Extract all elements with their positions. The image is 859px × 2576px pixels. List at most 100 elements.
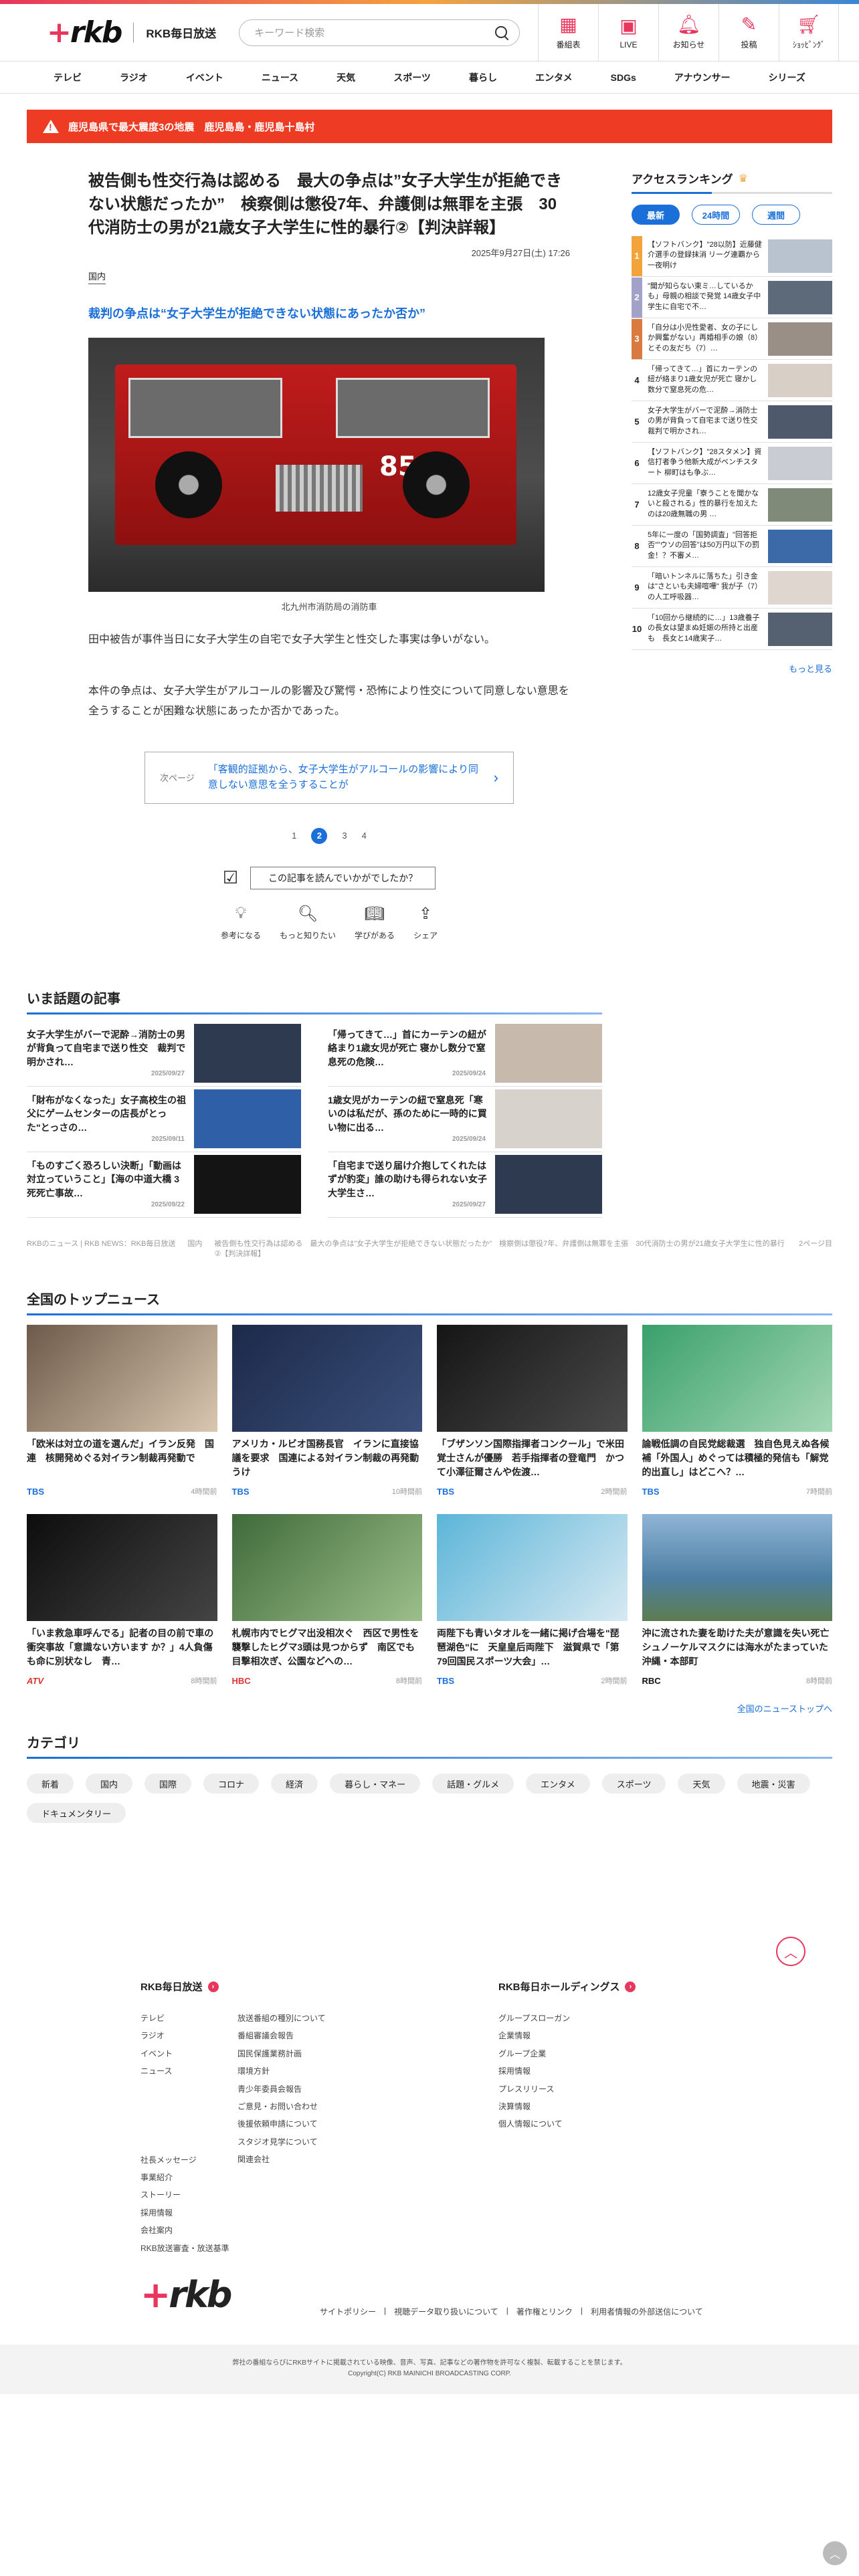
back-to-top-button[interactable]: ︿	[776, 1937, 805, 1966]
footer-link[interactable]: 企業情報	[498, 2027, 636, 2044]
gnav-life[interactable]: 暮らし	[462, 71, 504, 84]
footer-link[interactable]: 放送番組の種別について	[237, 2010, 371, 2027]
news-card[interactable]: アメリカ・ルビオ国務長官 イランに直接協議を要求 国連による対イラン制裁の再発動…	[231, 1325, 422, 1497]
reaction-more-button[interactable]: 🔍︎ もっと知りたい	[280, 904, 336, 941]
topic-item[interactable]: 「自宅まで送り届け介抱してくれたはずが豹変」誰の助けも得られない女子大学生さ… 2…	[328, 1152, 602, 1218]
footer-link[interactable]: グループ企業	[498, 2045, 636, 2062]
search-input[interactable]: キーワード検索	[239, 19, 520, 46]
footer-link[interactable]: イベント	[140, 2045, 237, 2062]
breadcrumb-item[interactable]: 国内	[187, 1239, 202, 1260]
gnav-tv[interactable]: テレビ	[47, 71, 88, 84]
footer-link[interactable]: ストーリー	[140, 2186, 237, 2204]
footer-link[interactable]: 後援依頼申請について	[237, 2115, 371, 2133]
footer-link[interactable]: 採用情報	[498, 2062, 636, 2080]
gnav-news[interactable]: ニュース	[255, 71, 305, 84]
site-logo[interactable]: +rkb RKB毎日放送	[47, 15, 216, 49]
ranking-item[interactable]: 2 "聞が知らない東ミ…しているかも」母親の相談で発覚 14歳女子中学生に自宅で不…	[632, 277, 832, 318]
footer-link[interactable]: 採用情報	[140, 2204, 237, 2222]
header-nav-shopping[interactable]: 🛒︎ ｼｮｯﾋﾟﾝｸﾞ	[779, 3, 839, 62]
footer-link[interactable]: RKB放送審査・放送基準	[140, 2240, 237, 2257]
footer-link[interactable]: 青少年委員会報告	[237, 2080, 371, 2098]
category-economy[interactable]: 経済	[271, 1774, 318, 1794]
scroll-top-button[interactable]: ︿	[823, 2541, 847, 2565]
news-card[interactable]: 沖に流された妻を助けた夫が意識を失い死亡 シュノーケルマスクには海水がたまってい…	[642, 1514, 832, 1686]
ranking-item[interactable]: 5 女子大学生がバーで泥酔→消防士の男が背負って自宅まで送り性交 裁判で明かされ…	[632, 401, 832, 443]
gnav-entertainment[interactable]: エンタメ	[529, 71, 579, 84]
article-category[interactable]: 国内	[88, 270, 106, 285]
footer-link[interactable]: 決算情報	[498, 2098, 636, 2115]
header-nav-notice[interactable]: 🔔︎ お知らせ	[658, 3, 719, 62]
ranking-item[interactable]: 8 5年に一度の「国勢調査」"回答拒否""ウソの回答"は50万円以下の罰金！？不審…	[632, 526, 832, 567]
footer-link[interactable]: ニュース	[140, 2062, 237, 2080]
all-news-link[interactable]: 全国のニューストップへ	[27, 1702, 832, 1715]
footer-link[interactable]: ご意見・お問い合わせ	[237, 2098, 371, 2115]
footer-link[interactable]: 会社案内	[140, 2222, 237, 2239]
footer-link[interactable]: 事業紹介	[140, 2169, 237, 2186]
category-weather[interactable]: 天気	[678, 1774, 725, 1794]
footer-link[interactable]: ラジオ	[140, 2027, 237, 2044]
ranking-item[interactable]: 4 「帰ってきて…」首にカーテンの紐が絡まり1歳女児が死亡 寝かし数分で窒息死の危…	[632, 360, 832, 401]
footer-link[interactable]: 番組審議会報告	[237, 2027, 371, 2044]
category-documentary[interactable]: ドキュメンタリー	[27, 1803, 126, 1824]
footer-logo[interactable]: +rkb	[140, 2274, 232, 2316]
news-card[interactable]: 「ブザンソン国際指揮者コンクール」で米田覚士さんが優勝 若手指揮者の登竜門 かつ…	[437, 1325, 628, 1497]
breadcrumb-item[interactable]: 被告側も性交行為は認める 最大の争点は"女子大学生が拒絶できない状態だったか" …	[214, 1239, 787, 1260]
news-card[interactable]: 両陛下も青いタオルを一緒に掲げ合場を"琵琶湖色"に 天皇皇后両陛下 滋賀県で「第…	[437, 1514, 628, 1686]
breadcrumb-item[interactable]: RKBのニュース | RKB NEWS：RKB毎日放送	[27, 1239, 175, 1260]
category-sports[interactable]: スポーツ	[601, 1774, 666, 1794]
ranking-more-link[interactable]: もっと見る	[632, 662, 832, 675]
header-nav-live[interactable]: ▣ LIVE	[598, 3, 658, 62]
footer-link[interactable]: 環境方針	[237, 2062, 371, 2080]
news-card[interactable]: 論戦低調の自民党総裁選 独自色見えぬ各候補「外国人」めぐっては積極的発信も「解党…	[642, 1325, 832, 1497]
news-card[interactable]: 札幌市内でヒグマ出没相次ぐ 西区で男性を襲撃したヒグマ3頭は見つからず 南区でも…	[231, 1514, 422, 1686]
tab-24h[interactable]: 24時間	[692, 205, 740, 225]
footer-link[interactable]: グループスローガン	[498, 2010, 636, 2027]
news-card[interactable]: 「欧米は対立の道を選んだ」イラン反発 国連 核開発めぐる対イラン制裁再発動で TB…	[27, 1325, 217, 1497]
search-icon[interactable]	[494, 25, 510, 41]
category-international[interactable]: 国際	[145, 1774, 192, 1794]
topic-item[interactable]: 「ものすごく恐ろしい決断」「動画は対立っていうこと」【海の中道大橋 3死死亡事故…	[27, 1152, 301, 1218]
footer-link[interactable]: スタジオ見学について	[237, 2133, 371, 2151]
footer-policy-link[interactable]: 利用者情報の外部送信について	[591, 2306, 703, 2317]
page-link[interactable]: 1	[292, 831, 296, 841]
ranking-item[interactable]: 1 【ソフトバンク】"28以防】近藤健介選手の登録抹消 リーグ連覇から一夜明け	[632, 235, 832, 277]
category-corona[interactable]: コロナ	[203, 1774, 260, 1794]
gnav-announcer[interactable]: アナウンサー	[668, 71, 737, 84]
news-card[interactable]: 「いま救急車呼んでる」記者の目の前で車の衝突事故「意識ない方います か？」4人負…	[27, 1514, 217, 1686]
next-page-link[interactable]: 次ページ 「客観的証拠から、女子大学生がアルコールの影響により同意しない意思を全…	[145, 751, 514, 804]
header-nav-tv-schedule[interactable]: ▦ 番組表	[538, 3, 598, 62]
topic-item[interactable]: 「財布がなくなった」女子高校生の祖父にゲームセンターの店長がとった"とっさの… 2…	[27, 1087, 301, 1152]
footer-policy-link[interactable]: 著作権とリンク	[516, 2306, 573, 2317]
footer-rkb-heading[interactable]: RKB毎日放送 ›	[140, 1979, 498, 1994]
page-link[interactable]: 4	[362, 831, 367, 841]
footer-link[interactable]: 社長メッセージ	[140, 2151, 237, 2169]
category-new[interactable]: 新着	[27, 1774, 74, 1794]
category-life-money[interactable]: 暮らし・マネー	[330, 1774, 421, 1794]
category-disaster[interactable]: 地震・災害	[737, 1774, 810, 1794]
header-nav-post[interactable]: ✎ 投稿	[719, 3, 779, 62]
footer-policy-link[interactable]: サイトポリシー	[320, 2306, 376, 2317]
gnav-sports[interactable]: スポーツ	[387, 71, 438, 84]
tab-latest[interactable]: 最新	[632, 205, 680, 225]
ranking-item[interactable]: 9 「暗いトンネルに落ちた」引き金は"さといも夫婦喧嘩" 我が子（7）の人工呼吸器…	[632, 567, 832, 609]
category-domestic[interactable]: 国内	[86, 1774, 133, 1794]
gnav-radio[interactable]: ラジオ	[113, 71, 155, 84]
footer-link[interactable]: 関連会社	[237, 2151, 371, 2168]
footer-link[interactable]: 個人情報について	[498, 2115, 636, 2133]
topic-item[interactable]: 「帰ってきて…」首にカーテンの紐が絡まり1歳女児が死亡 寝かし数分で窒息死の危険…	[328, 1021, 602, 1087]
gnav-series[interactable]: シリーズ	[762, 71, 812, 84]
earthquake-alert-banner[interactable]: 鹿児島県で最大震度3の地震 鹿児島島・鹿児島十島村	[27, 110, 832, 143]
ranking-item[interactable]: 7 12歳女子児童「寮うことを聞かないと殺される」性的暴行を加えたのは20歳無職の…	[632, 484, 832, 526]
tab-weekly[interactable]: 週間	[752, 205, 800, 225]
share-button[interactable]: ⇪ シェア	[413, 904, 438, 941]
category-entertainment[interactable]: エンタメ	[526, 1774, 590, 1794]
footer-link[interactable]: 国民保護業務計画	[237, 2045, 371, 2062]
gnav-weather[interactable]: 天気	[330, 71, 362, 84]
footer-holdings-heading[interactable]: RKB毎日ホールディングス ›	[498, 1979, 636, 1994]
topic-item[interactable]: 女子大学生がバーで泥酔→消防士の男が背負って自宅まで送り性交 裁判で明かされ… 2…	[27, 1021, 301, 1087]
gnav-sdgs[interactable]: SDGs	[604, 72, 643, 83]
ranking-item[interactable]: 6 【ソフトバンク】"28スタメン】資信打者争う他新大成がベンチスタート 柳町はも…	[632, 443, 832, 484]
topic-item[interactable]: 1歳女児がカーテンの紐で窒息死「寒いのは私だが、孫のために一時的に買い物に出る……	[328, 1087, 602, 1152]
ranking-item[interactable]: 10 「10回から継続的に…」13歳養子の長女は望まぬ妊娠の所持と出産も 長女と1…	[632, 609, 832, 650]
footer-link[interactable]: プレスリリース	[498, 2080, 636, 2098]
